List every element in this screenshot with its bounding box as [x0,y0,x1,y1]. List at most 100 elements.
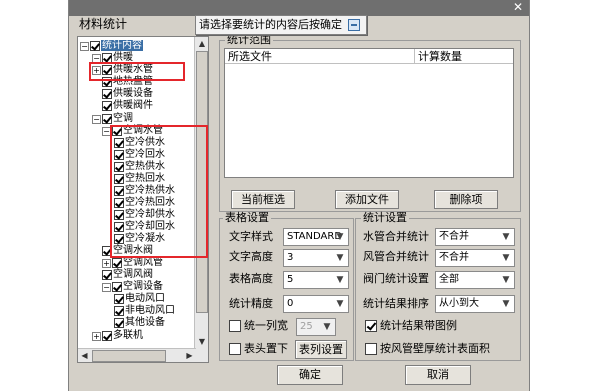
table-settings-title: 表格设置 [223,211,271,224]
collapse-icon[interactable]: − [80,41,89,51]
tree-item[interactable]: 供暖设备 [102,88,153,100]
collapse-icon[interactable]: − [102,282,111,292]
sort-value: 从小到大 [439,298,479,309]
sort-select[interactable]: 从小到大 ▼ [435,295,515,313]
uniform-width-label: 统一列宽 [244,319,288,332]
header-bottom-label: 表头置下 [244,342,288,355]
chevron-down-icon: ▼ [502,275,510,285]
tree-item[interactable]: 供暖阀件 [102,100,153,112]
hscroll-thumb[interactable] [92,350,166,362]
col-count[interactable]: 计算数量 [415,49,513,64]
title-bar: ✕ [69,0,529,16]
tree-item-checkbox[interactable] [114,306,124,316]
tree-item[interactable]: − 空调 [92,113,133,125]
precision-value: 0 [287,298,294,309]
chevron-down-icon: ▼ [336,299,344,309]
tree-item[interactable]: 其他设备 [114,317,165,329]
cancel-button[interactable]: 取消 [405,365,471,385]
file-list[interactable]: 所选文件 计算数量 [224,48,514,178]
font-style-select[interactable]: STANDARD ▼ [283,228,349,246]
tree-item[interactable]: − 统计内容 [80,40,143,52]
collapse-icon[interactable]: − [92,114,101,124]
tree-item[interactable]: 电动风口 [114,293,165,305]
tree-item[interactable]: 空调风阀 [102,269,153,281]
tree-item-label: 空调 [113,113,133,124]
col-selected-file[interactable]: 所选文件 [225,49,415,64]
tree-item-label: 空调风阀 [113,269,153,280]
tree-item-checkbox[interactable] [114,318,124,328]
chevron-down-icon: ▼ [336,275,344,285]
tree-item-checkbox[interactable] [102,270,112,280]
tree-item-checkbox[interactable] [102,89,112,99]
tree-item-label: 非电动风口 [125,305,175,316]
stat-settings-title: 统计设置 [361,211,409,224]
uniform-width-value: 25 [300,321,313,332]
hint-text: 请选择要统计的内容后按确定 [199,18,342,31]
tree-item-checkbox[interactable] [112,282,122,292]
text-height-value: 3 [287,252,294,263]
tree-item-checkbox[interactable] [114,294,124,304]
add-file-button[interactable]: 添加文件 [335,190,399,209]
header-bottom-checkbox[interactable] [229,343,241,355]
tree-item-label: 多联机 [113,330,143,341]
uniform-width-select[interactable]: 25 ▼ [296,318,336,336]
text-height-select[interactable]: 3 ▼ [283,249,349,267]
precision-select[interactable]: 0 ▼ [283,295,349,313]
collapse-icon[interactable] [348,19,360,31]
sort-label: 统计结果排序 [363,297,429,310]
chevron-down-icon: ▼ [323,322,331,332]
water-merge-label: 水管合并统计 [363,230,429,243]
tree-item-checkbox[interactable] [102,331,112,341]
water-merge-select[interactable]: 不合并 ▼ [435,228,515,246]
tree-item[interactable]: + 多联机 [92,330,143,342]
scroll-left-icon[interactable]: ◀ [78,349,91,362]
tree-item-label: 供暖设备 [113,88,153,99]
ok-button[interactable]: 确定 [277,365,343,385]
tree-item[interactable]: − 空调设备 [102,281,163,293]
table-height-select[interactable]: 5 ▼ [283,271,349,289]
scroll-down-icon[interactable]: ▼ [195,335,208,348]
tree-item-checkbox[interactable] [90,41,100,51]
valve-setting-value: 全部 [439,274,459,285]
expand-icon[interactable]: + [102,258,111,268]
chevron-down-icon: ▼ [502,253,510,263]
tree-item-label: 空调设备 [123,281,163,292]
duct-merge-select[interactable]: 不合并 ▼ [435,249,515,267]
tree-item-checkbox[interactable] [102,101,112,111]
delete-item-button[interactable]: 删除项 [434,190,498,209]
column-settings-button[interactable]: 表列设置 [295,340,347,359]
tree-item-checkbox[interactable] [112,258,122,268]
chevron-down-icon: ▼ [502,299,510,309]
duct-merge-label: 风管合并统计 [363,250,429,263]
scroll-up-icon[interactable]: ▲ [195,37,208,50]
valve-setting-select[interactable]: 全部 ▼ [435,271,515,289]
by-thickness-checkbox[interactable] [365,343,377,355]
tree-item-label: 电动风口 [125,293,165,304]
by-thickness-label: 按风管壁厚统计表面积 [380,342,490,355]
highlight-box-ac-water-pipe [110,125,208,258]
current-selection-button[interactable]: 当前框选 [231,190,295,209]
with-legend-label: 统计结果带图例 [380,319,457,332]
hint-tooltip: 请选择要统计的内容后按确定 [195,15,367,35]
scroll-right-icon[interactable]: ▶ [183,349,196,362]
tree-item-checkbox[interactable] [102,114,112,124]
text-height-label: 文字高度 [229,250,273,263]
duct-merge-value: 不合并 [439,252,469,263]
tree-item[interactable]: + 空调风管 [102,257,163,269]
with-legend-checkbox[interactable] [365,320,377,332]
chevron-down-icon: ▼ [336,232,344,242]
valve-setting-label: 阀门统计设置 [363,272,429,285]
stat-range-title: 统计范围 [225,33,273,46]
tree-horizontal-scrollbar[interactable]: ◀ ▶ [78,348,196,362]
table-height-value: 5 [287,274,294,285]
font-style-label: 文字样式 [229,230,273,243]
uniform-width-checkbox[interactable] [229,320,241,332]
close-icon[interactable]: ✕ [511,0,525,14]
expand-icon[interactable]: + [92,331,101,341]
tree-item[interactable]: 非电动风口 [114,305,175,317]
chevron-down-icon: ▼ [502,232,510,242]
tree-item-label: 供暖阀件 [113,100,153,111]
table-height-label: 表格高度 [229,272,273,285]
tree-item-label: 空调风管 [123,257,163,268]
file-list-header: 所选文件 计算数量 [225,49,513,64]
